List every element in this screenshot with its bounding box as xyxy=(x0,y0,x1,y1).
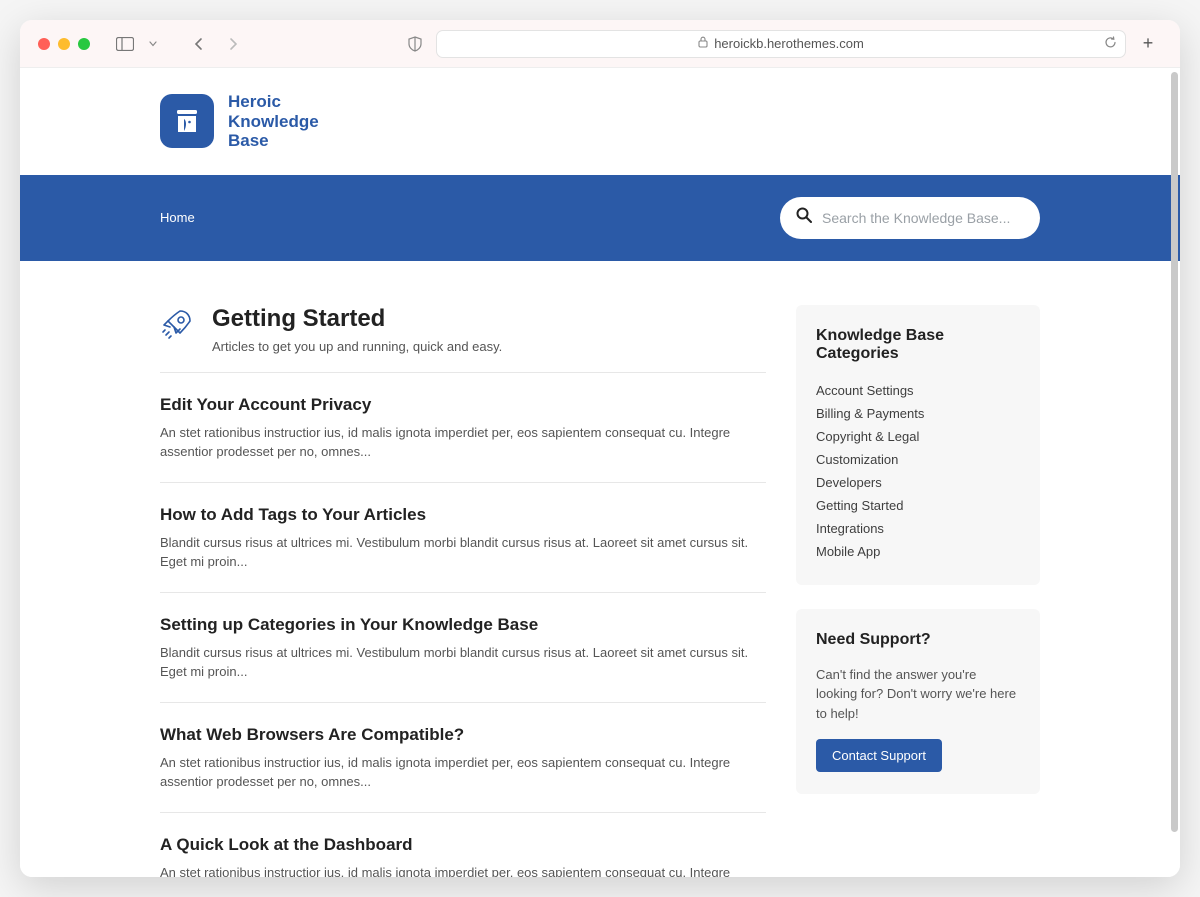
site-logo[interactable]: Heroic Knowledge Base xyxy=(160,92,1040,151)
scrollbar-thumb[interactable] xyxy=(1171,72,1178,832)
forward-button[interactable] xyxy=(220,31,246,57)
page-viewport: Heroic Knowledge Base Home xyxy=(20,68,1180,877)
categories-card: Knowledge Base Categories Account Settin… xyxy=(796,305,1040,585)
reload-button[interactable] xyxy=(1104,36,1117,52)
privacy-shield-icon[interactable] xyxy=(402,31,428,57)
browser-toolbar: heroickb.herothemes.com + xyxy=(20,20,1180,68)
logo-line-1: Heroic xyxy=(228,92,319,112)
article-item[interactable]: What Web Browsers Are Compatible? An ste… xyxy=(160,703,766,813)
logo-text: Heroic Knowledge Base xyxy=(228,92,319,151)
rocket-icon xyxy=(160,307,194,346)
maximize-window-button[interactable] xyxy=(78,38,90,50)
support-title: Need Support? xyxy=(816,631,1020,649)
minimize-window-button[interactable] xyxy=(58,38,70,50)
search-icon xyxy=(796,207,812,228)
site-header: Heroic Knowledge Base xyxy=(20,68,1180,175)
category-link[interactable]: Account Settings xyxy=(816,379,1020,402)
category-link[interactable]: Developers xyxy=(816,471,1020,494)
breadcrumb[interactable]: Home xyxy=(160,210,195,225)
article-title: How to Add Tags to Your Articles xyxy=(160,505,766,525)
logo-mark xyxy=(160,94,214,148)
search-input[interactable] xyxy=(822,210,1024,226)
article-title: Edit Your Account Privacy xyxy=(160,395,766,415)
traffic-lights xyxy=(38,38,90,50)
article-item[interactable]: Setting up Categories in Your Knowledge … xyxy=(160,593,766,703)
search-box[interactable] xyxy=(780,197,1040,239)
category-title: Getting Started xyxy=(212,305,502,333)
article-excerpt: Blandit cursus risus at ultrices mi. Ves… xyxy=(160,533,766,572)
hero-bar: Home xyxy=(20,175,1180,261)
categories-title: Knowledge Base Categories xyxy=(816,327,1020,363)
article-excerpt: An stet rationibus instructior ius, id m… xyxy=(160,423,766,462)
logo-line-2: Knowledge xyxy=(228,112,319,132)
article-item[interactable]: A Quick Look at the Dashboard An stet ra… xyxy=(160,813,766,877)
address-url: heroickb.herothemes.com xyxy=(714,36,864,51)
category-header: Getting Started Articles to get you up a… xyxy=(160,305,766,373)
article-excerpt: An stet rationibus instructior ius, id m… xyxy=(160,753,766,792)
contact-support-button[interactable]: Contact Support xyxy=(816,739,942,772)
sidebar-toggle-button[interactable] xyxy=(112,31,138,57)
logo-line-3: Base xyxy=(228,131,319,151)
toolbar-dropdown-icon[interactable] xyxy=(146,31,160,57)
address-bar[interactable]: heroickb.herothemes.com xyxy=(436,30,1126,58)
close-window-button[interactable] xyxy=(38,38,50,50)
article-excerpt: Blandit cursus risus at ultrices mi. Ves… xyxy=(160,643,766,682)
category-subtitle: Articles to get you up and running, quic… xyxy=(212,339,502,354)
category-link[interactable]: Billing & Payments xyxy=(816,402,1020,425)
category-link[interactable]: Customization xyxy=(816,448,1020,471)
category-link[interactable]: Integrations xyxy=(816,517,1020,540)
category-link[interactable]: Getting Started xyxy=(816,494,1020,517)
support-card: Need Support? Can't find the answer you'… xyxy=(796,609,1040,795)
sidebar: Knowledge Base Categories Account Settin… xyxy=(796,305,1040,877)
new-tab-button[interactable]: + xyxy=(1134,30,1162,58)
back-button[interactable] xyxy=(186,31,212,57)
main-content: Getting Started Articles to get you up a… xyxy=(160,305,766,877)
article-title: A Quick Look at the Dashboard xyxy=(160,835,766,855)
categories-list: Account Settings Billing & Payments Copy… xyxy=(816,379,1020,563)
lock-icon xyxy=(698,36,708,51)
page-body: Getting Started Articles to get you up a… xyxy=(160,261,1040,877)
category-link[interactable]: Copyright & Legal xyxy=(816,425,1020,448)
article-title: What Web Browsers Are Compatible? xyxy=(160,725,766,745)
article-item[interactable]: Edit Your Account Privacy An stet ration… xyxy=(160,373,766,483)
article-excerpt: An stet rationibus instructior ius, id m… xyxy=(160,863,766,877)
category-link[interactable]: Mobile App xyxy=(816,540,1020,563)
article-title: Setting up Categories in Your Knowledge … xyxy=(160,615,766,635)
browser-window: heroickb.herothemes.com + xyxy=(20,20,1180,877)
article-item[interactable]: How to Add Tags to Your Articles Blandit… xyxy=(160,483,766,593)
support-text: Can't find the answer you're looking for… xyxy=(816,665,1020,724)
